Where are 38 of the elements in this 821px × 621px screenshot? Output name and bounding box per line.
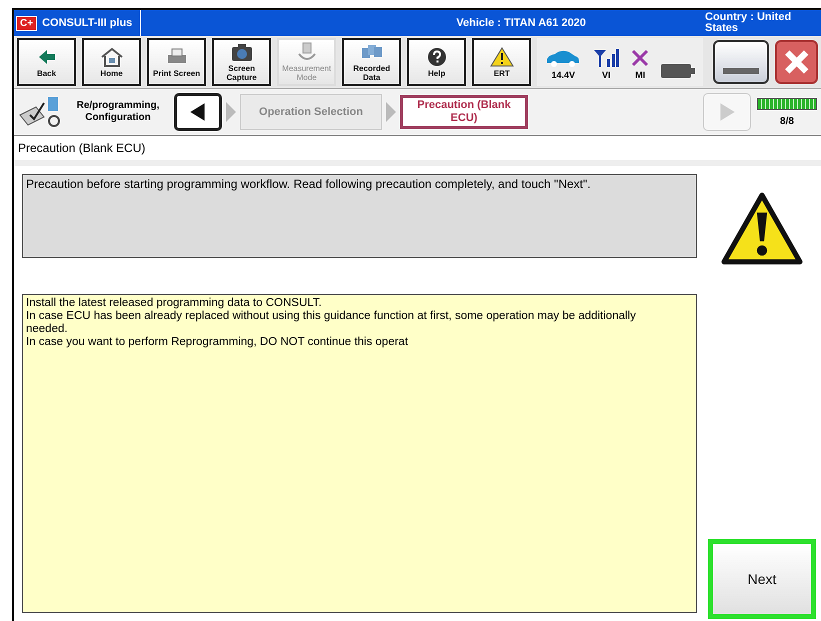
status-label: VI bbox=[602, 70, 610, 80]
house-icon bbox=[100, 46, 124, 66]
country-label: Country : United States bbox=[705, 12, 792, 34]
vehicle-label: Vehicle : TITAN A61 2020 bbox=[456, 17, 586, 29]
next-button[interactable]: Next bbox=[708, 539, 816, 619]
instruction-text: Precaution before starting programming workflow. Read following precaution completely, and touch "Next". bbox=[22, 174, 697, 258]
chevron-icon bbox=[226, 102, 236, 122]
programming-icon bbox=[18, 95, 62, 129]
page-title: Precaution (Blank ECU) bbox=[14, 136, 821, 166]
precaution-text: In case ECU has been already replaced without using this guidance function at first, some operation may be additionally needed. bbox=[26, 310, 637, 336]
battery-icon bbox=[661, 62, 696, 80]
car-icon bbox=[545, 49, 582, 67]
breadcrumb-step: Operation Selection bbox=[240, 94, 382, 130]
status-label: 14.4V bbox=[551, 70, 576, 80]
toolbar-button[interactable]: Help bbox=[407, 38, 466, 86]
minimize-button[interactable] bbox=[713, 40, 769, 84]
toolbar-button[interactable]: Screen Capture bbox=[212, 38, 272, 86]
toolbar-button[interactable]: Recorded Data bbox=[342, 38, 402, 86]
chevron-icon bbox=[386, 102, 396, 122]
progress-reading: 8/8 bbox=[780, 116, 794, 126]
section-label: Re/programming, Configuration bbox=[76, 100, 160, 124]
toolbar-button[interactable]: Back bbox=[17, 38, 76, 86]
close-button[interactable] bbox=[774, 40, 818, 84]
signal-icon bbox=[593, 49, 620, 67]
toolbar-button[interactable]: ERT bbox=[472, 38, 532, 86]
warning-icon bbox=[490, 46, 514, 66]
app-title: CONSULT-III plus bbox=[42, 17, 132, 29]
cross-icon bbox=[631, 49, 650, 67]
toolbar-button[interactable]: Home bbox=[82, 38, 142, 86]
back-button[interactable] bbox=[174, 93, 222, 131]
status-label: MI bbox=[635, 70, 646, 80]
warning-icon bbox=[721, 192, 803, 266]
precaution-text: In case you want to perform Reprogramming, DO NOT continue this operat bbox=[26, 336, 410, 349]
breadcrumb-step: Precaution (Blank ECU) bbox=[400, 95, 528, 129]
app-logo-icon: C+ bbox=[16, 16, 38, 30]
camera-icon bbox=[230, 42, 254, 62]
precaution-text: Install the latest released programming data to CONSULT. bbox=[26, 297, 323, 310]
toolbar-button[interactable]: Print Screen bbox=[147, 38, 206, 86]
